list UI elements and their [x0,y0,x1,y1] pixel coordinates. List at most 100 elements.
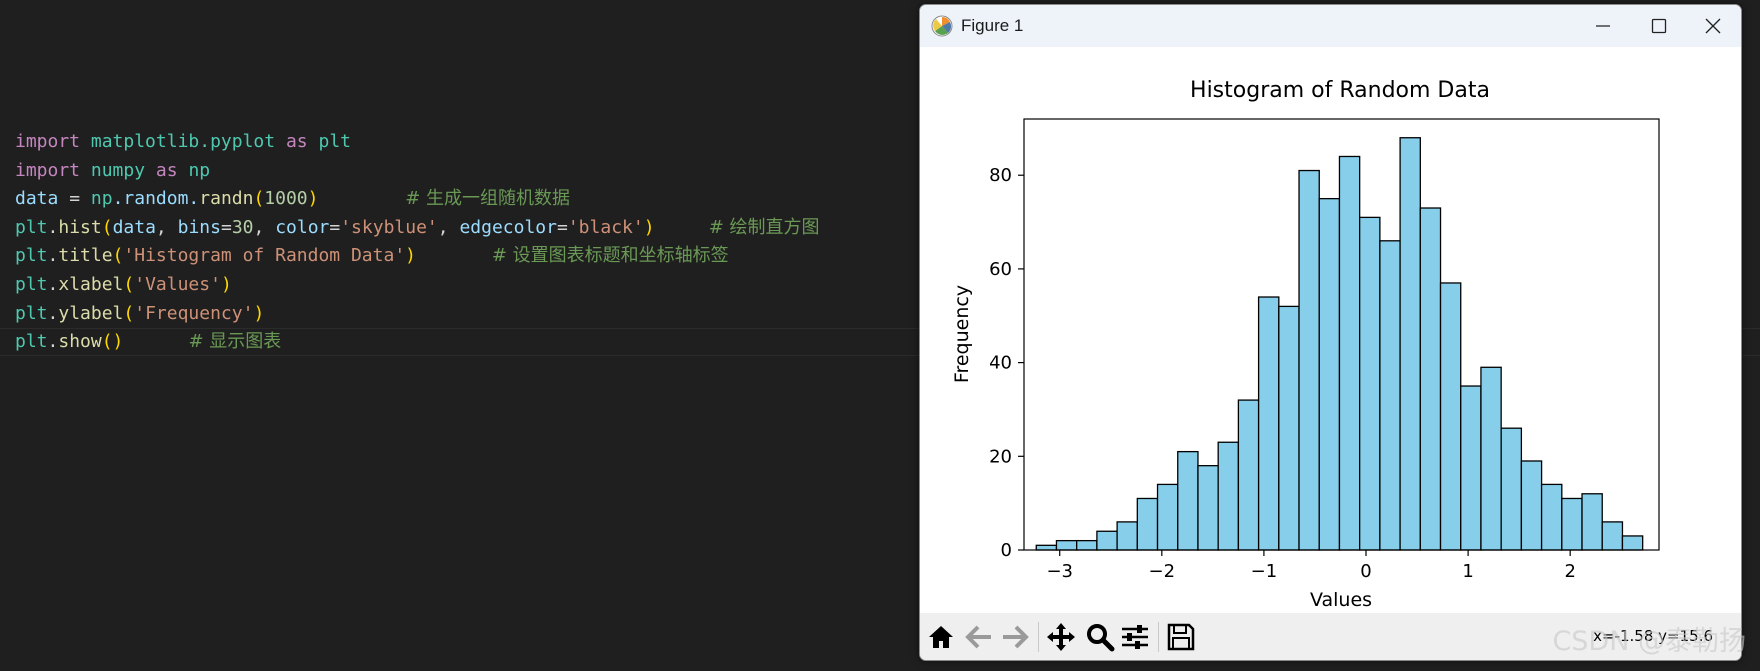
code-token: np [90,188,113,210]
histogram-bar [1338,155,1361,551]
configure-subplots-button[interactable] [1118,621,1152,653]
figure-titlebar[interactable]: Figure 1 [920,5,1741,47]
toolbar-separator [1038,622,1039,652]
histogram-bar [1561,497,1583,551]
code-line[interactable]: plt.hist(data, bins=30, color='skyblue',… [15,214,820,243]
home-button[interactable] [924,621,958,653]
code-line[interactable]: plt.ylabel('Frequency') [15,300,820,329]
chart-title: Histogram of Random Data [1190,78,1490,103]
code-token: 'Histogram of Random Data' [123,245,406,267]
histogram-bar [1298,169,1320,551]
histogram-bar [1601,521,1624,551]
close-icon [1705,18,1721,34]
minimize-button[interactable] [1575,5,1631,47]
code-token: , [437,216,460,238]
code-token: import [15,159,81,181]
code-token: 1000 [264,188,308,210]
histogram-bar [1197,465,1219,551]
histogram-bar [1581,493,1603,551]
histogram-bar [1116,521,1138,551]
plot-canvas[interactable]: Histogram of Random Data −3 −2 −1 0 1 2 0 20 40… [920,47,1741,613]
code-token: 'black' [567,216,644,238]
y-tick-label: 20 [989,446,1012,467]
histogram-bar [1359,216,1381,551]
close-button[interactable] [1685,5,1741,47]
x-tick-label: −3 [1046,561,1073,582]
figure-title: Figure 1 [961,16,1024,35]
code-token: # 显示图表 [188,331,282,353]
code-lines[interactable]: import matplotlib.pyplot as plt import nu… [15,128,820,357]
code-token: . [47,302,59,324]
zoom-button[interactable] [1083,621,1117,653]
code-token: , [253,216,276,238]
code-line[interactable]: import matplotlib.pyplot as plt [15,128,820,157]
back-button[interactable] [962,621,996,653]
pan-button[interactable] [1044,621,1078,653]
code-token: .random. [112,188,200,210]
code-line[interactable]: import numpy as np [15,157,820,186]
code-token: matplotlib.pyplot [90,131,276,152]
code-line[interactable]: plt.xlabel('Values') [15,271,820,300]
histogram-bar [1055,539,1078,551]
code-token: hist [58,216,102,238]
histogram-bar [1237,399,1260,551]
code-token: plt [15,245,48,267]
code-token: ) [307,188,319,210]
code-token: plt [15,273,48,295]
code-token: np [188,159,211,181]
forward-button[interactable] [998,621,1032,653]
histogram-bar [1480,366,1502,551]
histogram-bar [1278,305,1300,551]
code-token: ) [405,245,416,267]
code-token: # 绘制直方图 [708,216,820,238]
code-token: ylabel [58,302,124,324]
code-token: ( [253,188,265,210]
code-token: color [275,216,330,238]
histogram-chart: Histogram of Random Data −3 −2 −1 0 1 2 0 20 40… [951,78,1660,611]
x-tick-label: −1 [1251,561,1278,582]
code-token: ) [220,273,232,295]
code-token: plt [15,331,48,353]
code-token: 30 [231,216,254,238]
code-line[interactable]: plt.show() # 显示图表 [15,328,820,357]
code-token: ( [123,273,135,295]
code-token: . [47,245,59,267]
save-button[interactable] [1164,621,1198,653]
pan-move-icon [1047,623,1075,651]
code-token: = [329,216,341,238]
figure-window[interactable]: Figure 1 Histogram of Random Data −3 −2 −1… [919,4,1742,661]
x-tick-label: 1 [1462,561,1473,582]
save-figure-icon [1167,623,1195,651]
code-line[interactable]: data = np.random.randn(1000) # 生成一组随机数据 [15,185,820,214]
code-token: as [155,159,178,181]
code-token: import [15,131,81,152]
code-token: data [112,216,156,238]
toolbar-separator [1158,622,1159,652]
code-token: ) [253,302,265,324]
histogram-bar [1217,441,1240,551]
code-token: = [58,188,91,210]
y-tick-label: 40 [989,353,1012,374]
x-tick-label: 2 [1564,561,1575,582]
histogram-bar [1076,539,1098,551]
y-tick-label: 60 [989,259,1012,280]
code-token: . [47,331,59,353]
code-token: plt [318,131,351,152]
code-token: () [101,331,124,353]
histogram-bar [1136,497,1159,551]
y-tick-label: 80 [989,165,1012,186]
histogram-bar [1439,282,1462,551]
code-token: ( [101,216,113,238]
code-token: 'skyblue' [340,216,438,238]
code-token: as [285,131,308,152]
maximize-button[interactable] [1631,5,1687,47]
code-line[interactable]: plt.title('Histogram of Random Data') # … [15,242,820,271]
code-token: , [155,216,178,238]
